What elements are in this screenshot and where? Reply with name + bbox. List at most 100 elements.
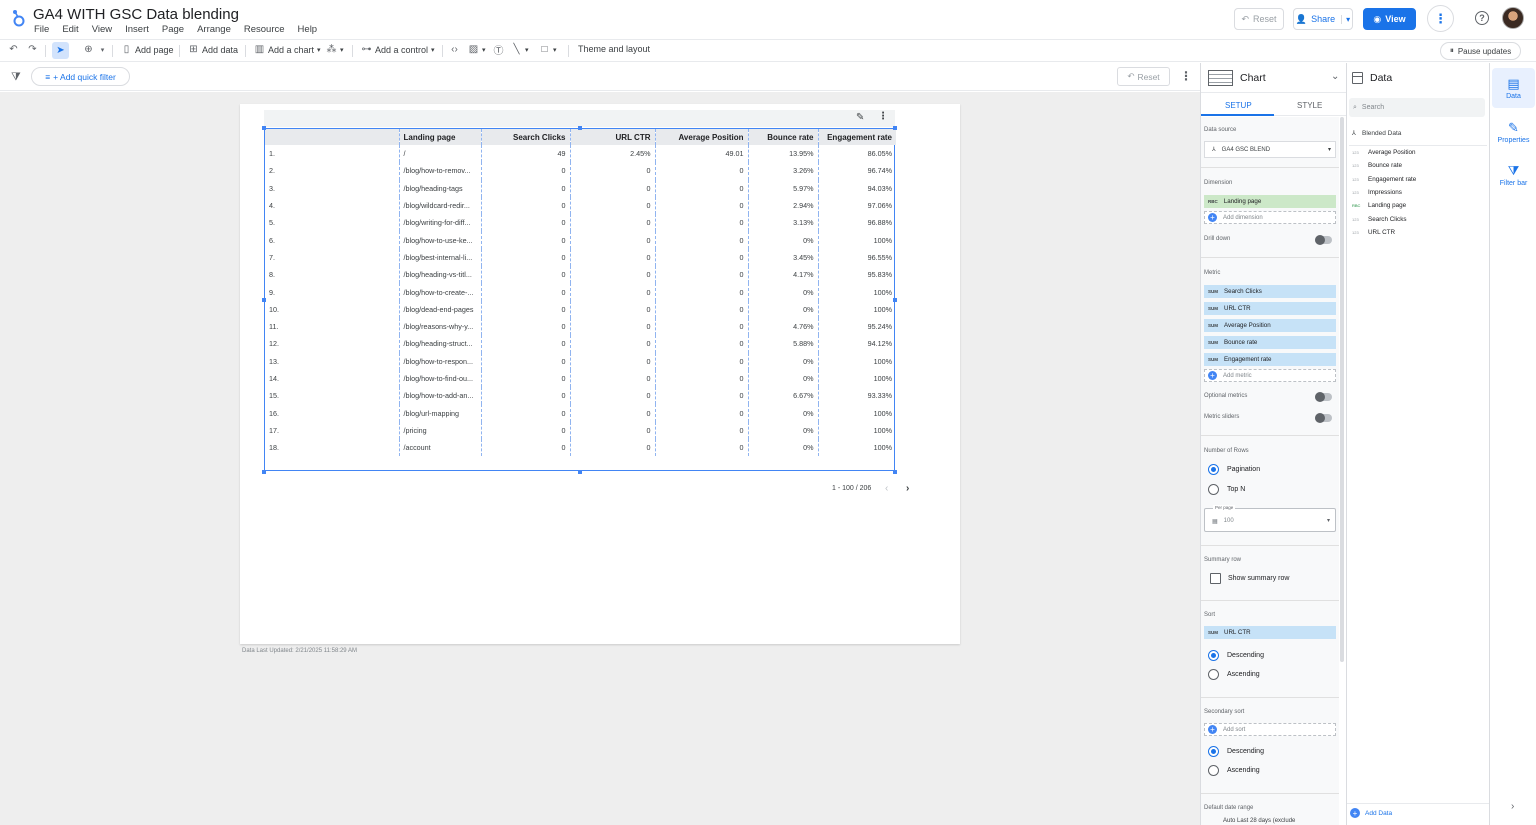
theme-and-layout-button[interactable]: Theme and layout xyxy=(578,44,650,54)
collapse-panel-chevron-icon[interactable]: › xyxy=(1511,801,1514,812)
previous-page-icon[interactable]: ‹ xyxy=(885,483,888,494)
sort-ascending-radio[interactable]: Ascending xyxy=(1208,669,1260,680)
tab-style[interactable]: STYLE xyxy=(1297,101,1322,110)
select-cursor-icon[interactable]: ➤ xyxy=(52,42,69,59)
menu-insert[interactable]: Insert xyxy=(125,24,149,35)
tab-setup[interactable]: SETUP xyxy=(1225,101,1252,110)
table-row[interactable]: 10./blog/dead-end-pages 0 0 0 0% 100% xyxy=(265,300,896,318)
chart-type-selector[interactable]: Chart ⌄ xyxy=(1201,63,1346,93)
shape-icon[interactable]: □ ▾ xyxy=(539,44,556,55)
date-range-value[interactable]: Auto Last 28 days (exclude xyxy=(1223,818,1295,824)
reset-button[interactable]: ↶ Reset xyxy=(1234,8,1284,30)
add-metric-button[interactable]: + Add metric xyxy=(1204,369,1336,382)
table-row[interactable]: 17./pricing 0 0 0 0% 100% xyxy=(265,421,896,440)
chart-more-icon[interactable]: ⋮ xyxy=(878,111,888,122)
image-icon[interactable]: ▨ ▾ xyxy=(468,44,486,55)
metric-chip-bounce-rate[interactable]: SUM Bounce rate xyxy=(1204,336,1336,349)
resize-handle[interactable] xyxy=(893,126,897,130)
table-row[interactable]: 8./blog/heading-vs-titl... 0 0 0 4.17% 95.83% xyxy=(265,266,896,284)
community-visualizations-icon[interactable]: ⁂ ▾ xyxy=(326,44,344,55)
resize-handle[interactable] xyxy=(578,126,582,130)
secondary-descending-radio[interactable]: Descending xyxy=(1208,746,1264,757)
column-header-bounce-rate[interactable]: Bounce rate xyxy=(747,129,818,145)
pagination-radio[interactable]: Pagination xyxy=(1208,464,1260,475)
show-summary-row-checkbox[interactable]: Show summary row xyxy=(1210,573,1289,584)
metric-chip-url-ctr[interactable]: SUM URL CTR xyxy=(1204,302,1336,315)
sort-chip-url-ctr[interactable]: SUM URL CTR xyxy=(1204,626,1336,639)
report-page[interactable]: ✎ ⋮ Landing page Search Clicks URL CTR A… xyxy=(240,104,960,644)
table-row[interactable]: 6./blog/how-to-use-ke... 0 0 0 0% 100% xyxy=(265,231,896,249)
column-header-engagement-rate[interactable]: Engagement rate xyxy=(817,129,896,145)
data-field[interactable]: 123 Engagement rate xyxy=(1352,176,1416,183)
table-row[interactable]: 7./blog/best-internal-li... 0 0 0 3.45% 96.55… xyxy=(265,248,896,267)
metric-chip-average-position[interactable]: SUM Average Position xyxy=(1204,319,1336,332)
line-icon[interactable]: ╲ ▾ xyxy=(511,44,528,55)
menu-resource[interactable]: Resource xyxy=(244,24,285,35)
field-search-input[interactable]: ⌕ Search xyxy=(1349,98,1485,117)
embed-code-icon[interactable]: ‹› xyxy=(449,44,460,55)
data-field[interactable]: RBC Landing page xyxy=(1352,202,1406,209)
table-row[interactable]: 16./blog/url-mapping 0 0 0 0% 100% xyxy=(265,404,896,422)
data-field[interactable]: 123 URL CTR xyxy=(1352,229,1395,236)
resize-handle[interactable] xyxy=(893,470,897,474)
per-page-select[interactable]: Per page ▦ 100 ▾ xyxy=(1204,505,1336,532)
add-control-button[interactable]: ⊶ Add a control ▾ xyxy=(361,44,435,55)
data-field[interactable]: 123 Average Position xyxy=(1352,149,1416,156)
table-row[interactable]: 2./blog/how-to-remov... 0 0 0 3.26% 96.74% xyxy=(265,162,896,180)
table-row[interactable]: 13./blog/how-to-respon... 0 0 0 0% 100% xyxy=(265,352,896,370)
more-options-icon[interactable]: ⋮ xyxy=(1427,5,1454,32)
menu-view[interactable]: View xyxy=(92,24,112,35)
rail-filter-bar-button[interactable]: ⧩ Filter bar xyxy=(1492,155,1535,195)
table-row[interactable]: 1. /49 2.45% 49.01 13.95% 86.05% xyxy=(265,145,896,163)
metric-sliders-toggle[interactable] xyxy=(1315,413,1332,423)
table-row[interactable]: 11./blog/reasons-why-y... 0 0 0 4.76% 95.24% xyxy=(265,317,896,336)
report-title[interactable]: GA4 WITH GSC Data blending xyxy=(33,6,239,23)
sort-descending-radio[interactable]: Descending xyxy=(1208,650,1264,661)
menu-arrange[interactable]: Arrange xyxy=(197,24,231,35)
data-source-select[interactable]: ⅄ GA4 GSC BLEND ▾ xyxy=(1204,141,1336,158)
menu-page[interactable]: Page xyxy=(162,24,184,35)
avatar[interactable] xyxy=(1502,7,1524,29)
redo-icon[interactable]: ↷ xyxy=(27,44,38,55)
table-chart[interactable]: Landing page Search Clicks URL CTR Avera… xyxy=(264,128,909,494)
filter-icon[interactable]: ⧩ xyxy=(11,71,21,84)
menu-file[interactable]: File xyxy=(34,24,49,35)
add-dimension-button[interactable]: + Add dimension xyxy=(1204,211,1336,224)
metric-chip-engagement-rate[interactable]: SUM Engagement rate xyxy=(1204,353,1336,366)
resize-handle[interactable] xyxy=(262,126,266,130)
text-box-icon[interactable]: Ⓣ xyxy=(493,44,504,57)
table-row[interactable]: 3./blog/heading-tags 0 0 0 5.97% 94.03% xyxy=(265,179,896,197)
add-data-button[interactable]: + Add Data xyxy=(1350,808,1392,818)
table-row[interactable]: 15./blog/how-to-add-an... 0 0 0 6.67% 93.33% xyxy=(265,387,896,405)
resize-handle[interactable] xyxy=(262,470,266,474)
help-icon[interactable]: ? xyxy=(1475,11,1489,25)
add-page-button[interactable]: ▯ Add page xyxy=(121,44,174,55)
properties-scrollbar[interactable] xyxy=(1340,117,1344,662)
share-button[interactable]: 👤 Share ▾ xyxy=(1293,8,1353,30)
menu-help[interactable]: Help xyxy=(298,24,318,35)
data-field[interactable]: 123 Impressions xyxy=(1352,189,1402,196)
resize-handle[interactable] xyxy=(262,298,266,302)
dimension-chip-landing-page[interactable]: RBC Landing page xyxy=(1204,195,1336,208)
menu-edit[interactable]: Edit xyxy=(62,24,78,35)
table-row[interactable]: 5./blog/writing-for-diff... 0 0 0 3.13% 96.88… xyxy=(265,214,896,232)
drill-down-toggle[interactable] xyxy=(1315,235,1332,245)
resize-handle[interactable] xyxy=(893,298,897,302)
zoom-icon[interactable]: ⊕ ▾ xyxy=(83,44,108,55)
chevron-down-icon[interactable]: ⌄ xyxy=(1331,71,1339,82)
table-row[interactable]: 4./blog/wildcard-redir... 0 0 0 2.94% 97.06% xyxy=(265,196,896,215)
column-header-landing-page[interactable]: Landing page xyxy=(398,129,481,145)
rail-properties-button[interactable]: ✎ Properties xyxy=(1492,112,1535,152)
rail-data-button[interactable]: ▤ Data xyxy=(1492,68,1535,108)
add-sort-button[interactable]: + Add sort xyxy=(1204,723,1336,736)
blended-data-source[interactable]: ⅄ Blended Data xyxy=(1352,129,1401,138)
view-button[interactable]: ◉ View xyxy=(1363,8,1416,30)
metric-chip-search-clicks[interactable]: SUM Search Clicks xyxy=(1204,285,1336,298)
table-row[interactable]: 14./blog/how-to-find-ou... 0 0 0 0% 100% xyxy=(265,369,896,388)
data-field[interactable]: 123 Bounce rate xyxy=(1352,162,1402,169)
add-chart-button[interactable]: ▥ Add a chart ▾ xyxy=(254,44,321,55)
top-n-radio[interactable]: Top N xyxy=(1208,484,1245,495)
secondary-ascending-radio[interactable]: Ascending xyxy=(1208,765,1260,776)
table-row[interactable]: 9./blog/how-to-create-... 0 0 0 0% 100% xyxy=(265,283,896,301)
optional-metrics-toggle[interactable] xyxy=(1315,392,1332,402)
